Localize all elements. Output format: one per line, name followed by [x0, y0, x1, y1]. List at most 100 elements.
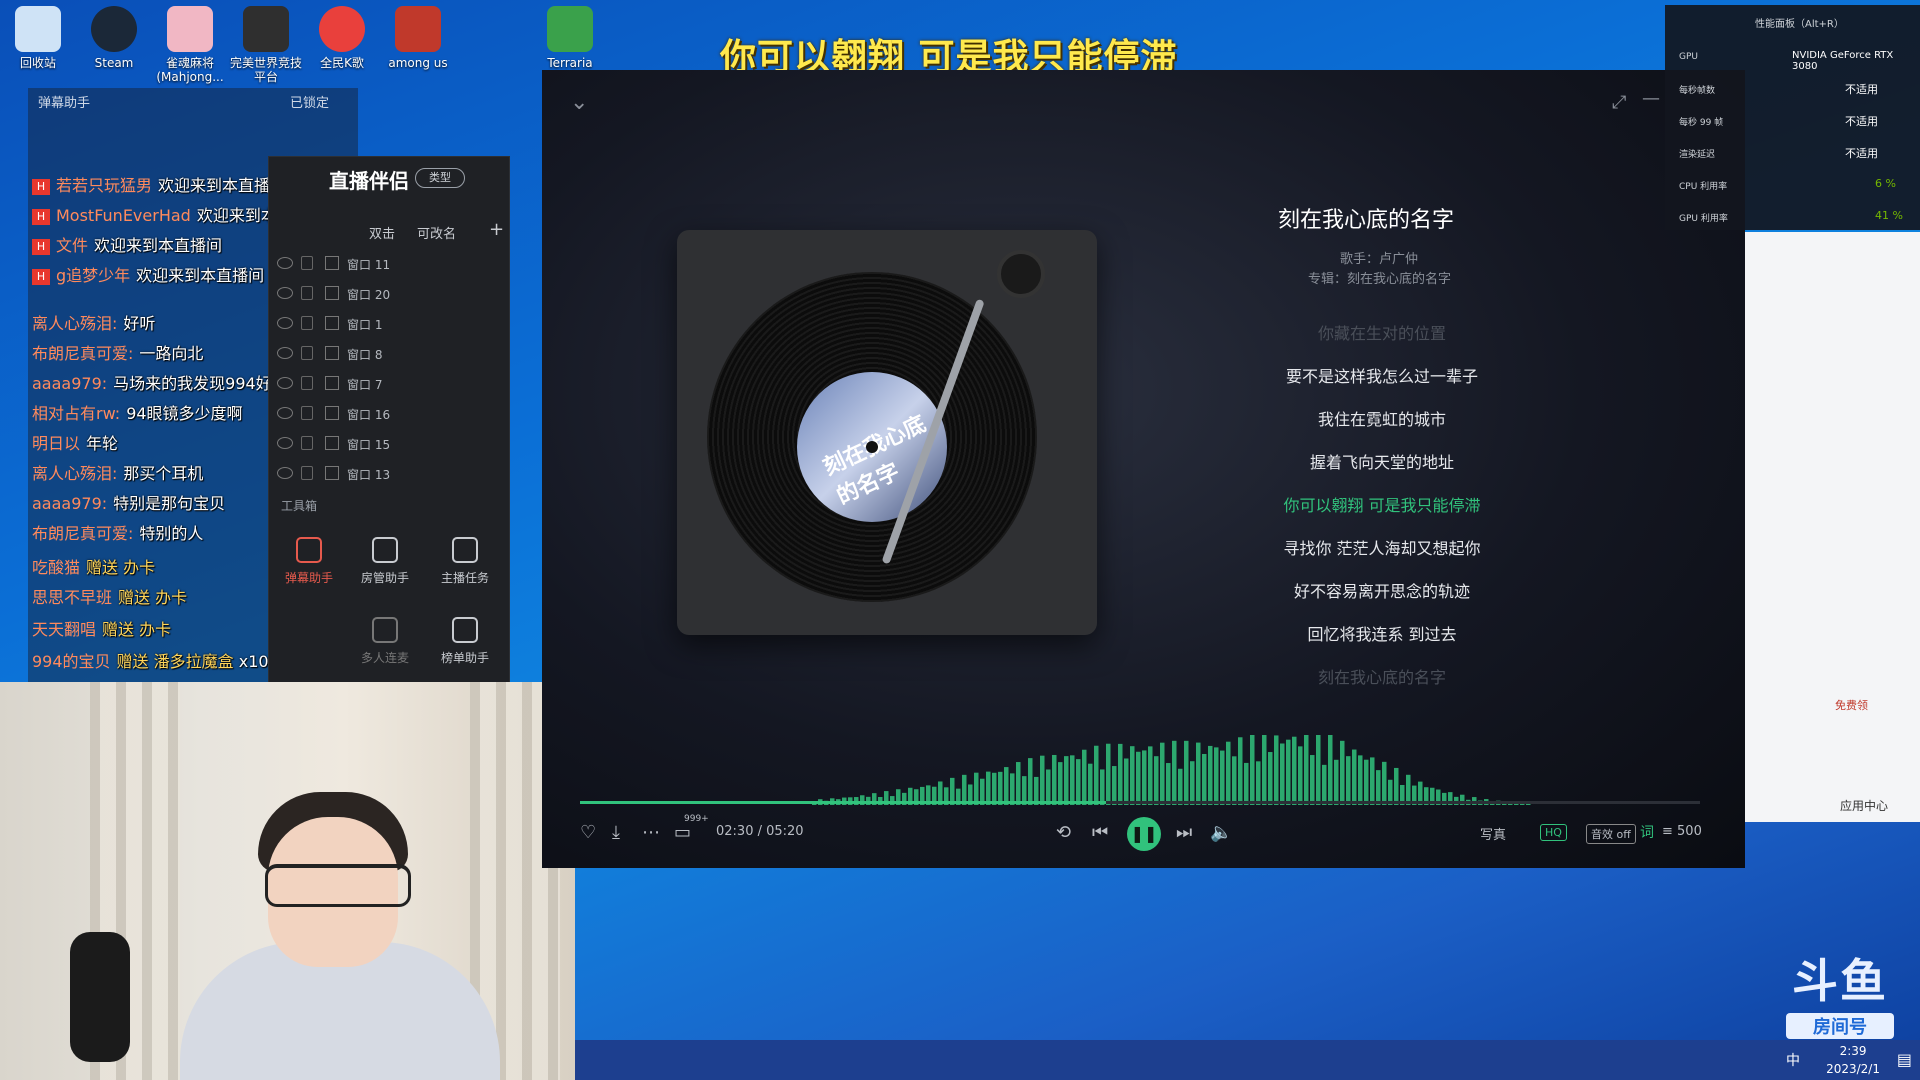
source-row[interactable]: 窗口 16	[269, 399, 504, 429]
lock-icon[interactable]	[301, 256, 313, 270]
fullscreen-icon[interactable]: ⤢	[1612, 92, 1626, 113]
eye-icon[interactable]	[277, 467, 293, 479]
progress-bar[interactable]	[580, 801, 1700, 804]
lyric-line-current[interactable]: 你可以翱翔 可是我只能停滞	[1182, 492, 1582, 516]
desktop-icon-terraria[interactable]: Terraria	[532, 6, 608, 70]
lock-icon[interactable]	[301, 376, 313, 390]
tool-leaderboard[interactable]: 榜单助手	[425, 617, 505, 666]
tool-streamer-tasks[interactable]: 主播任务	[425, 537, 505, 586]
previous-icon[interactable]: ⏮	[1092, 822, 1108, 843]
source-row[interactable]: 窗口 15	[269, 429, 504, 459]
side-app-window[interactable]: 免费领 应用中心	[1745, 232, 1920, 822]
toolbox-title: 工具箱	[281, 499, 318, 513]
eye-icon[interactable]	[277, 407, 293, 419]
type-button[interactable]: 类型	[415, 168, 465, 188]
quality-button[interactable]: HQ	[1540, 824, 1567, 841]
free-gift-label[interactable]: 免费领	[1835, 697, 1868, 713]
tool-danmaku-assistant[interactable]: 弹幕助手	[269, 537, 349, 586]
visualizer-bar	[1028, 758, 1033, 805]
volume-icon[interactable]: 🔈	[1210, 822, 1232, 843]
eye-icon[interactable]	[277, 437, 293, 449]
platform-badge-icon: H	[32, 268, 50, 285]
danmaku-locked-label[interactable]: 已锁定	[290, 92, 329, 111]
lyric-line[interactable]: 刻在我心底的名字	[1182, 664, 1582, 688]
among-us-icon	[395, 6, 441, 52]
playlist-button[interactable]: ≡ 500	[1662, 824, 1702, 839]
eye-icon[interactable]	[277, 287, 293, 299]
app-center-link[interactable]: 应用中心	[1840, 797, 1888, 814]
visualizer-bar	[1094, 745, 1099, 805]
next-icon[interactable]: ⏭	[1176, 822, 1192, 843]
repeat-icon[interactable]: ⟲	[1056, 822, 1071, 843]
webcam-feed	[0, 682, 575, 1080]
eye-icon[interactable]	[277, 317, 293, 329]
lyric-line[interactable]: 回忆将我连系 到过去	[1182, 621, 1582, 645]
desktop-icon-perfect-world[interactable]: 完美世界竞技平台	[228, 6, 304, 84]
platform-badge-icon: H	[32, 238, 50, 255]
danmaku-gift-message: 吃酸猫 赠送 办卡	[32, 558, 156, 577]
eye-icon[interactable]	[277, 377, 293, 389]
performance-overlay[interactable]: 性能面板（Alt+R） GPU NVIDIA GeForce RTX 3080 …	[1665, 5, 1920, 230]
download-icon[interactable]: ⤓	[612, 822, 620, 843]
tab-rename[interactable]: 可改名	[417, 223, 456, 242]
effect-button[interactable]: 音效 off	[1586, 824, 1636, 844]
lyric-line[interactable]: 我住在霓虹的城市	[1182, 406, 1582, 430]
visualizer-bar	[1184, 740, 1189, 805]
streamer-companion-panel[interactable]: 直播伴侣 类型 双击 可改名 + 窗口 11 窗口 20 窗口 1 窗口 8 窗…	[268, 156, 510, 688]
source-row[interactable]: 窗口 11	[269, 249, 504, 279]
minimize-icon[interactable]: —	[1642, 88, 1660, 109]
lyric-line[interactable]: 握着飞向天堂的地址	[1182, 449, 1582, 473]
desktop-icon-recycle-bin[interactable]: 回收站	[0, 6, 76, 70]
tab-double-click[interactable]: 双击	[369, 223, 395, 242]
photo-toggle-label[interactable]: 写真	[1480, 824, 1506, 843]
comment-count: 999+	[684, 814, 709, 824]
eye-icon[interactable]	[277, 347, 293, 359]
desktop-icon-among-us[interactable]: among us	[380, 6, 456, 70]
lyric-line[interactable]: 寻找你 茫茫人海却又想起你	[1182, 535, 1582, 559]
music-player-window[interactable]: ⌄ ⤢ — 刻在我心底的名字 刻在我心底的名字 歌手：卢广仲 专辑：刻在我心底的…	[542, 70, 1745, 868]
chevron-down-icon[interactable]: ⌄	[570, 90, 588, 115]
visualizer-bar	[1040, 755, 1045, 805]
lock-icon[interactable]	[301, 466, 313, 480]
source-row[interactable]: 窗口 7	[269, 369, 504, 399]
notification-icon[interactable]: ▤	[1897, 1050, 1912, 1069]
heart-icon[interactable]: ♡	[580, 822, 596, 843]
visualizer-bar	[1070, 755, 1075, 805]
source-row[interactable]: 窗口 1	[269, 309, 504, 339]
audio-visualizer	[812, 735, 1531, 805]
ime-indicator[interactable]: 中	[1786, 1050, 1800, 1070]
danmaku-message: 离人心殇泪: 那买个耳机	[32, 464, 204, 483]
eye-icon[interactable]	[277, 257, 293, 269]
visualizer-bar	[1238, 737, 1243, 805]
lock-icon[interactable]	[301, 346, 313, 360]
desktop-icon-karaoke[interactable]: 全民K歌	[304, 6, 380, 70]
danmaku-gift-message: 994的宝贝 赠送 潘多拉魔盒 x10	[32, 652, 269, 671]
person-icon	[372, 537, 398, 563]
pause-button[interactable]: ❚❚	[1127, 817, 1161, 851]
more-icon[interactable]: ⋯	[642, 822, 660, 843]
comment-icon[interactable]: ▭	[674, 822, 691, 843]
tool-room-manager[interactable]: 房管助手	[345, 537, 425, 586]
lyric-line[interactable]: 好不容易离开思念的轨迹	[1182, 578, 1582, 602]
lyric-line[interactable]: 你藏在生对的位置	[1182, 320, 1582, 344]
add-source-icon[interactable]: +	[489, 219, 504, 240]
system-clock[interactable]: 2:39 2023/2/1	[1826, 1042, 1880, 1078]
tool-multi-connect[interactable]: 多人连麦	[345, 617, 425, 666]
album[interactable]: 专辑：刻在我心底的名字	[1308, 268, 1451, 287]
visualizer-bar	[1310, 755, 1315, 805]
desktop-icon-steam[interactable]: Steam	[76, 6, 152, 70]
visualizer-bar	[1190, 761, 1195, 805]
lock-icon[interactable]	[301, 436, 313, 450]
lyric-line[interactable]: 要不是这样我怎么过一辈子	[1182, 363, 1582, 387]
lock-icon[interactable]	[301, 286, 313, 300]
source-row[interactable]: 窗口 20	[269, 279, 504, 309]
singer[interactable]: 歌手：卢广仲	[1340, 248, 1418, 267]
lock-icon[interactable]	[301, 406, 313, 420]
time-display: 02:30 / 05:20	[716, 824, 804, 839]
lyric-button[interactable]: 词	[1640, 822, 1654, 842]
source-row[interactable]: 窗口 8	[269, 339, 504, 369]
lock-icon[interactable]	[301, 316, 313, 330]
source-row[interactable]: 窗口 13	[269, 459, 504, 489]
desktop-icon-mahjong[interactable]: 雀魂麻将(Mahjong...	[152, 6, 228, 84]
visualizer-bar	[1292, 736, 1297, 805]
